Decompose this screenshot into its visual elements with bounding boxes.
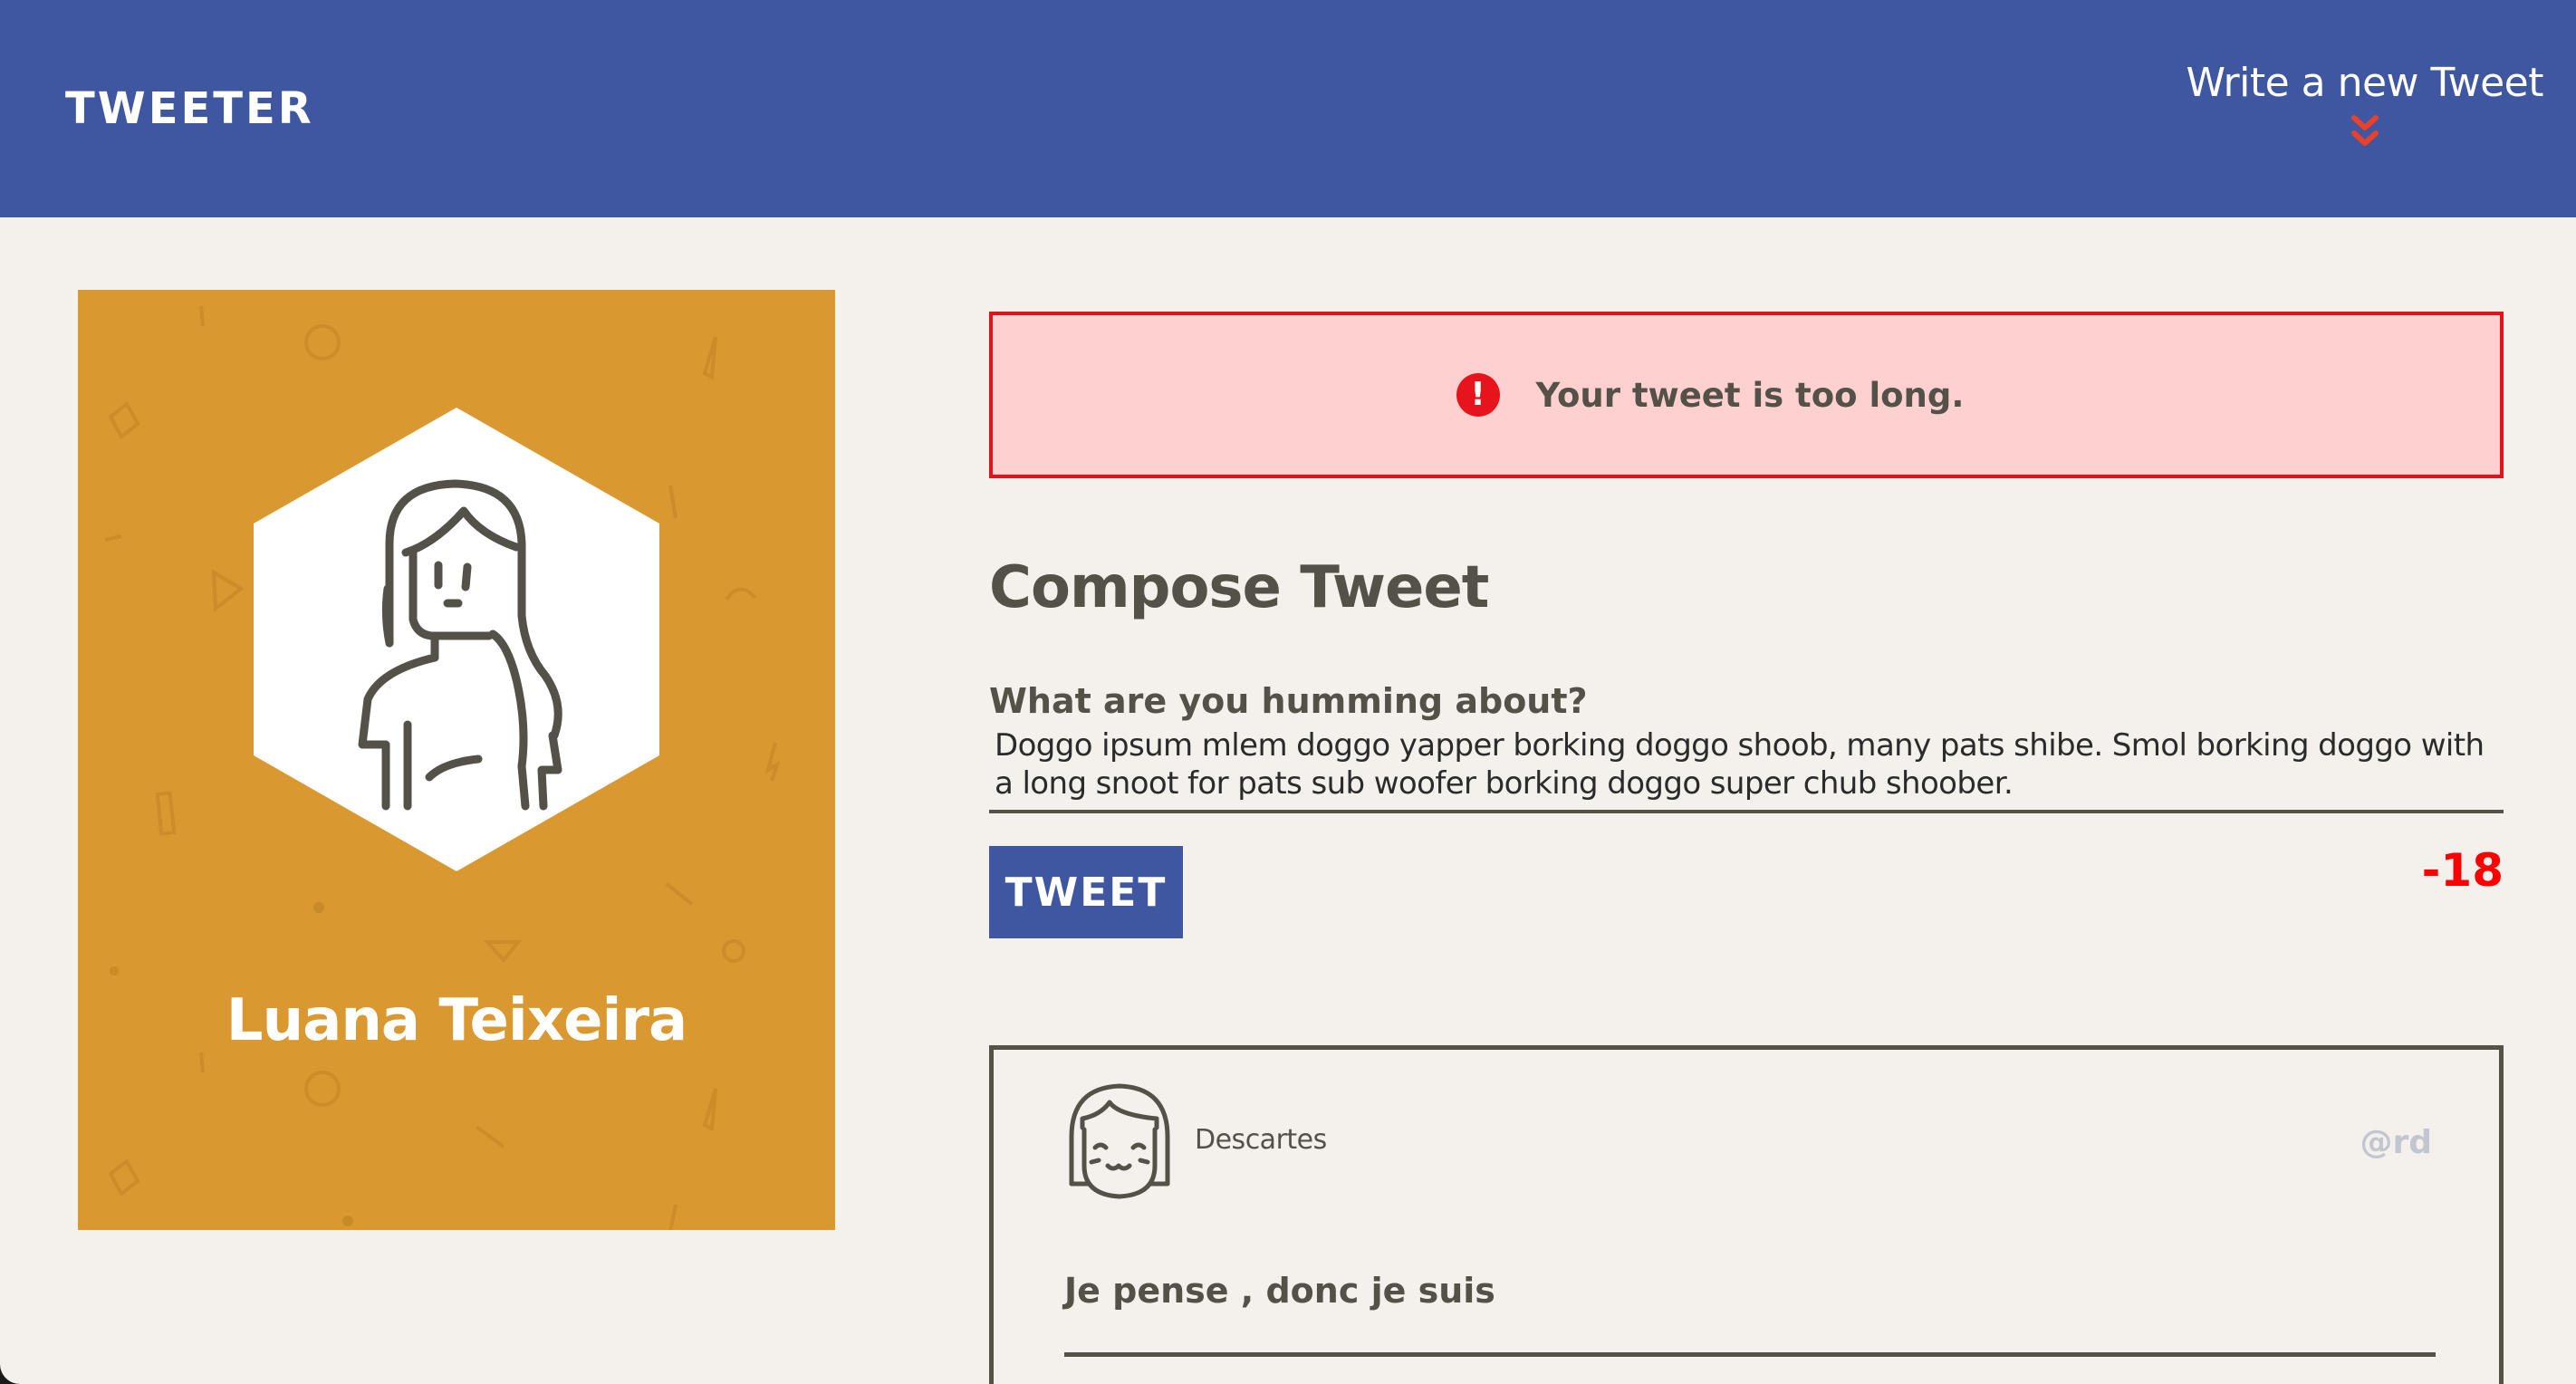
woman-avatar-icon [254,408,659,871]
write-new-tweet-toggle[interactable]: Write a new Tweet [2186,60,2543,149]
tweet-author: Descartes [1195,1124,1327,1156]
tweet-input-label: What are you humming about? [989,681,1588,721]
tweet-handle: @rd [2360,1124,2432,1161]
compose-title: Compose Tweet [989,554,1489,621]
tweet-divider [1064,1352,2436,1357]
profile-name: Luana Teixeira [226,987,687,1054]
profile-card: Luana Teixeira [78,290,835,1230]
alert-message: Your tweet is too long. [1535,375,1965,415]
double-chevron-down-icon[interactable] [2350,113,2380,149]
error-alert: ! Your tweet is too long. [989,312,2504,478]
smiling-girl-avatar-icon [1069,1083,1170,1199]
exclamation-circle-icon: ! [1456,373,1500,417]
tweet-button[interactable]: TWEET [989,846,1183,938]
tweet-content: Je pense , donc je suis [1064,1271,1495,1311]
write-new-tweet-label[interactable]: Write a new Tweet [2186,60,2543,106]
app-logo[interactable]: TWEETER [65,83,314,134]
navbar: TWEETER Write a new Tweet [0,0,2576,217]
tweet-textarea[interactable]: Doggo ipsum mlem doggo yapper borking do… [989,726,2504,813]
character-counter: -18 [2421,844,2504,897]
page: TWEETER Write a new Tweet Luana Teixeira… [0,0,2576,1384]
tweet-card: Descartes @rd Je pense , donc je suis [989,1045,2504,1384]
